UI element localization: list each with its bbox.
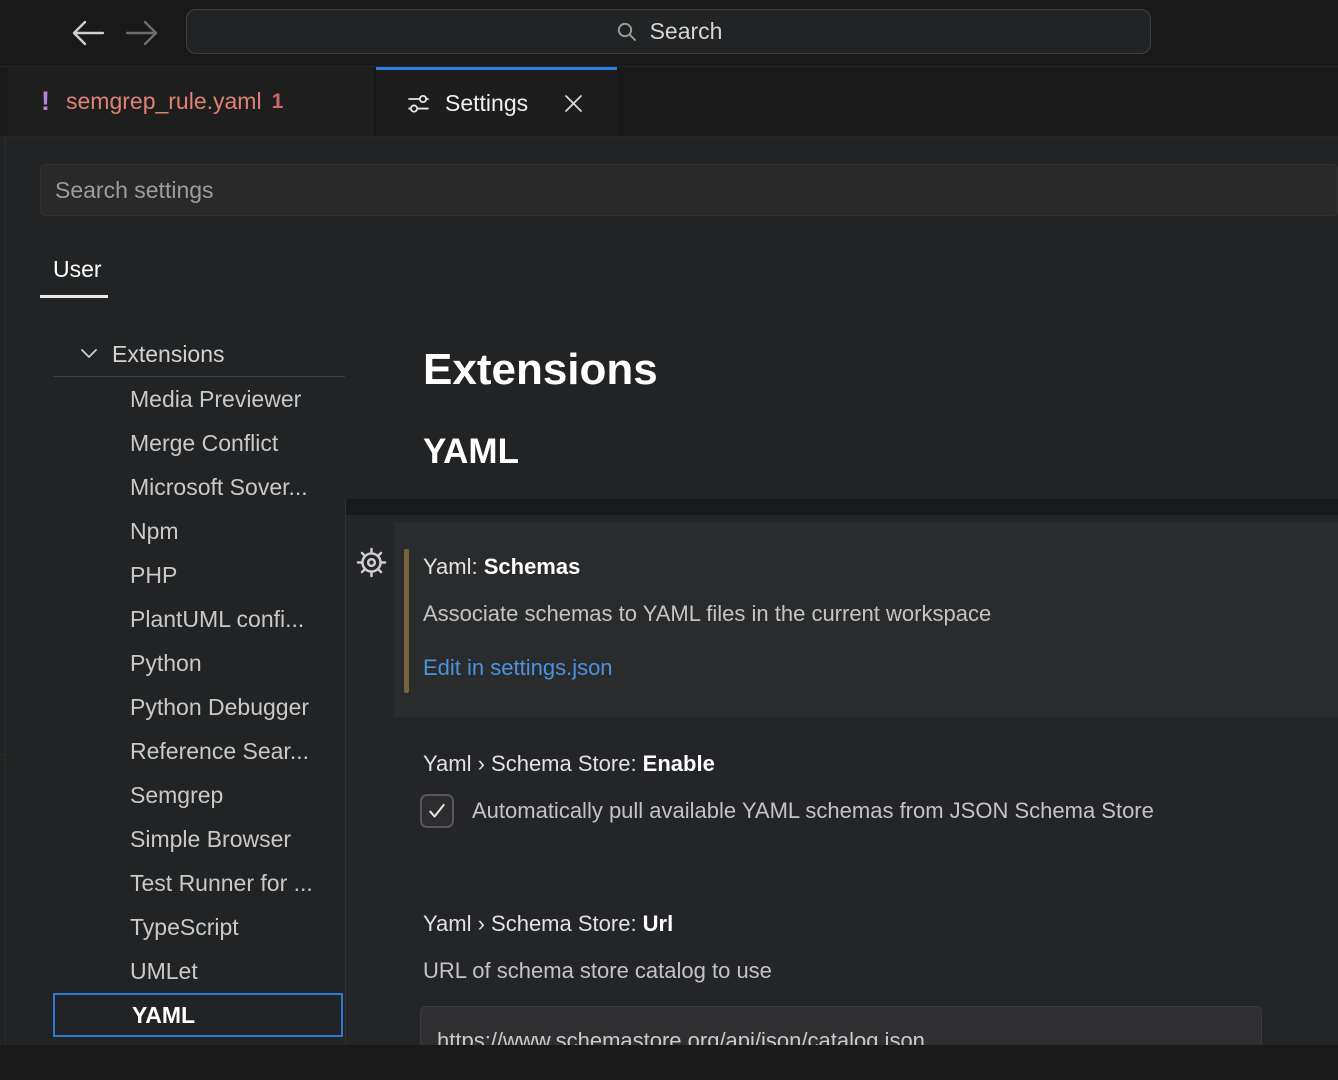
toc-item-python[interactable]: Python: [53, 641, 343, 685]
setting-category: Yaml › Schema Store:: [423, 911, 643, 936]
toc-root-label: Extensions: [112, 341, 225, 368]
setting-name: Enable: [643, 751, 715, 776]
setting-category: Yaml:: [423, 554, 484, 579]
tab-semgrep-rule-yaml[interactable]: ! semgrep_rule.yaml 1: [8, 67, 375, 136]
settings-search-input[interactable]: [40, 164, 1338, 216]
toc-item-yaml-selected[interactable]: YAML: [53, 993, 343, 1037]
toc-item-test-runner[interactable]: Test Runner for ...: [53, 861, 343, 905]
vscode-window: Search ! semgrep_rule.yaml 1 Settings: [0, 0, 1338, 1080]
toc-item-merge-conflict[interactable]: Merge Conflict: [53, 421, 343, 465]
toc-item-reference-search[interactable]: Reference Sear...: [53, 729, 343, 773]
file-tab-label: semgrep_rule.yaml: [66, 88, 262, 115]
back-arrow-icon[interactable]: [68, 13, 108, 53]
setting-title-schemas: Yaml: Schemas: [423, 553, 580, 581]
schema-store-url-input[interactable]: [420, 1006, 1262, 1045]
forward-arrow-icon[interactable]: [122, 13, 162, 53]
setting-desc-schemas: Associate schemas to YAML files in the c…: [423, 600, 991, 628]
modified-setting-indicator: [404, 549, 409, 693]
setting-name: Schemas: [484, 554, 581, 579]
chevron-down-icon: [80, 348, 98, 360]
list-top-shadow: [346, 499, 1338, 515]
setting-desc-schema-store-url: URL of schema store catalog to use: [423, 957, 772, 985]
toc-item-python-debugger[interactable]: Python Debugger: [53, 685, 343, 729]
problem-count-badge: 1: [272, 90, 284, 114]
toc-root-extensions[interactable]: Extensions: [53, 332, 345, 376]
setting-name: Url: [643, 911, 674, 936]
title-bar: Search: [0, 0, 1338, 67]
search-icon: [615, 20, 639, 44]
toc-item-npm[interactable]: Npm: [53, 509, 343, 553]
search-label: Search: [650, 18, 723, 45]
content-subtitle-yaml: YAML: [423, 429, 519, 475]
settings-tab-label: Settings: [445, 90, 528, 117]
scope-tab-user[interactable]: User: [53, 255, 102, 283]
settings-sliders-icon: [405, 90, 432, 117]
settings-list: Yaml: Schemas Associate schemas to YAML …: [346, 499, 1338, 1045]
error-exclamation-icon: !: [41, 86, 50, 117]
toc-item-media-previewer[interactable]: Media Previewer: [53, 377, 343, 421]
setting-category: Yaml › Schema Store:: [423, 751, 643, 776]
toc-item-simple-browser[interactable]: Simple Browser: [53, 817, 343, 861]
edit-in-settings-json-link[interactable]: Edit in settings.json: [423, 654, 613, 682]
editor-tab-bar: ! semgrep_rule.yaml 1 Settings: [0, 67, 1338, 137]
settings-editor: User Extensions Media Previewer Merge Co…: [0, 137, 1338, 1045]
scope-tab-active-underline: [40, 295, 108, 298]
toc-item-php[interactable]: PHP: [53, 553, 343, 597]
setting-title-schema-store-url: Yaml › Schema Store: Url: [423, 910, 673, 938]
close-icon[interactable]: [559, 89, 587, 117]
command-center-search[interactable]: Search: [186, 9, 1151, 54]
gear-icon[interactable]: [356, 547, 387, 578]
bottom-panel-strip: [0, 1045, 1338, 1080]
toc-item-microsoft-sover[interactable]: Microsoft Sover...: [53, 465, 343, 509]
content-title-extensions: Extensions: [423, 340, 658, 400]
toc-item-umlet[interactable]: UMLet: [53, 949, 343, 993]
tab-settings[interactable]: Settings: [376, 67, 617, 136]
panel-edge-divider: [5, 137, 6, 1045]
toc-item-plantuml[interactable]: PlantUML confi...: [53, 597, 343, 641]
setting-title-schema-store-enable: Yaml › Schema Store: Enable: [423, 750, 715, 778]
setting-desc-schema-store-enable: Automatically pull available YAML schema…: [472, 797, 1154, 825]
toc-item-typescript[interactable]: TypeScript: [53, 905, 343, 949]
panel-edge-tick: [0, 754, 5, 755]
toc-item-semgrep[interactable]: Semgrep: [53, 773, 343, 817]
schema-store-enable-checkbox[interactable]: [420, 794, 454, 828]
